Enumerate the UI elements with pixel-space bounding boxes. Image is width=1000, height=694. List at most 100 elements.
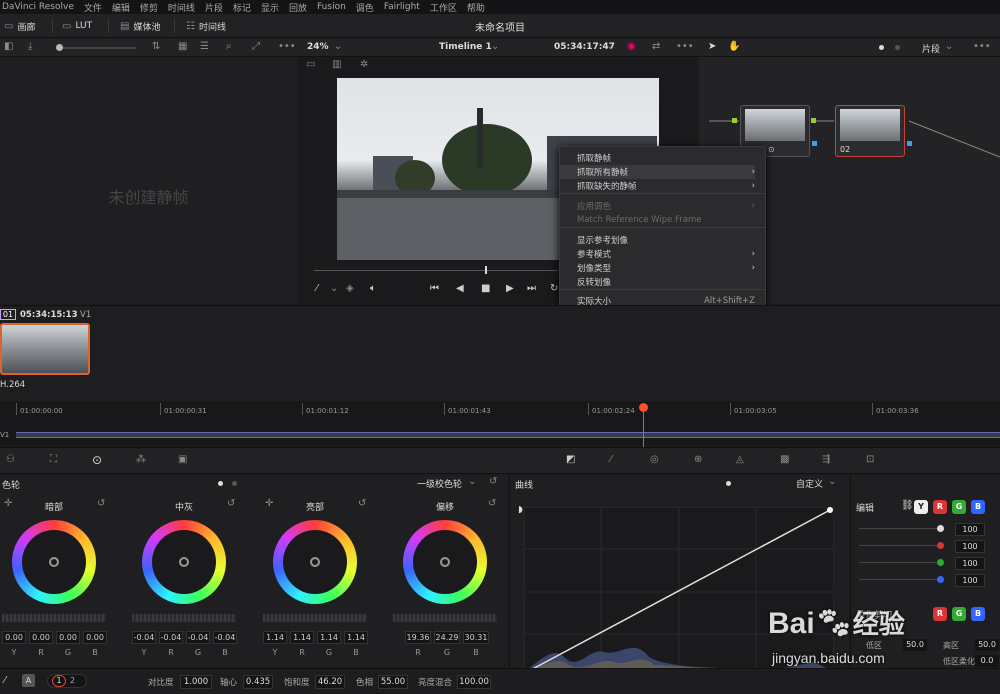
color-picker-icon[interactable]: ◉ [627, 41, 636, 52]
wheel-master-slider[interactable] [132, 614, 236, 622]
clip-thumbnail[interactable] [0, 323, 90, 375]
channel-slider-handle[interactable] [937, 542, 944, 549]
hand-icon[interactable]: ✋ [728, 41, 740, 52]
soft-clip-r-button[interactable]: R [933, 607, 947, 621]
chevron-down-icon[interactable]: ⌄ [334, 41, 342, 52]
tracker-icon[interactable]: ⊕ [694, 454, 702, 465]
menu-item[interactable]: 帮助 [467, 1, 485, 14]
3d-icon[interactable]: ⊡ [866, 454, 874, 465]
color-wheel[interactable] [273, 520, 357, 604]
panel-toggle-icon[interactable]: ◧ [4, 41, 13, 52]
link-icon[interactable]: ⛓︎ [901, 500, 914, 511]
sort-icon[interactable]: ⇅ [152, 41, 160, 52]
wheel-handle[interactable] [49, 557, 59, 567]
import-icon[interactable]: ⤓ [28, 41, 32, 52]
node-alpha-port[interactable] [812, 141, 817, 146]
menu-item[interactable]: Fairlight [384, 2, 420, 12]
chevron-down-icon[interactable]: ⌄ [491, 41, 499, 52]
layers-icon[interactable]: ◈ [346, 283, 354, 294]
wheel-value[interactable]: 1.14 [263, 631, 287, 644]
reset-icon[interactable]: ↺ [488, 498, 496, 509]
wheel-value[interactable]: 1.14 [290, 631, 314, 644]
go-to-end-icon[interactable]: ⏭︎ [527, 283, 536, 294]
wheel-mode-selector[interactable]: 一级校色轮 [417, 477, 462, 490]
soft-clip-b-button[interactable]: B [971, 607, 985, 621]
chevron-down-icon[interactable]: ⌄ [945, 41, 953, 52]
wheel-value[interactable]: 0.00 [56, 631, 80, 644]
picker-icon[interactable]: ✛ [4, 498, 12, 509]
chevron-down-icon[interactable]: ⌄ [330, 283, 338, 294]
blur-icon[interactable]: ◬ [736, 454, 744, 465]
wand-icon[interactable]: ⁄ [316, 283, 318, 294]
wheel-master-slider[interactable] [2, 614, 106, 622]
low-soft-value[interactable]: 0.0 [975, 655, 999, 667]
wheel-value[interactable]: 24.29 [434, 631, 460, 644]
wheel-master-slider[interactable] [393, 614, 497, 622]
menu-item[interactable]: Fusion [317, 2, 346, 12]
hue-value[interactable]: 55.00 [378, 675, 408, 689]
channel-slider-handle[interactable] [937, 576, 944, 583]
page-1-button[interactable]: 1 [52, 675, 66, 687]
context-menu-item[interactable]: 显示参考划像 [577, 233, 755, 247]
channel-value[interactable]: 100 [955, 523, 985, 536]
curves-preset[interactable]: 自定义 [796, 477, 823, 490]
zoom-slider[interactable] [56, 44, 136, 51]
picker-icon[interactable]: ✛ [265, 498, 273, 509]
page-dot[interactable] [232, 481, 237, 486]
go-to-start-icon[interactable]: ⏮︎ [430, 283, 439, 294]
timeline-selector[interactable]: Timeline 1 [439, 42, 492, 52]
single-view-icon[interactable]: ▭ [306, 59, 315, 70]
play-icon[interactable]: ▶︎ [506, 283, 514, 294]
node-reset-icon[interactable]: ⊙ [768, 145, 775, 154]
context-menu-item[interactable]: 参考模式 › [577, 247, 755, 261]
channel-slider-handle[interactable] [937, 525, 944, 532]
channel-b-button[interactable]: B [971, 500, 985, 514]
wheel-value[interactable]: 1.14 [317, 631, 341, 644]
wheel-value[interactable]: 0.00 [29, 631, 53, 644]
more-options-icon[interactable]: ••• [973, 41, 991, 52]
auto-icon[interactable]: A [22, 674, 35, 687]
reset-icon[interactable]: ↺ [358, 498, 366, 509]
channel-g-button[interactable]: G [952, 500, 966, 514]
node-output-port[interactable] [811, 118, 816, 123]
menu-item[interactable]: 修剪 [140, 1, 158, 14]
channel-slider[interactable] [859, 528, 939, 529]
pointer-icon[interactable]: ➤ [708, 41, 716, 52]
viewer-zoom[interactable]: 24% [307, 42, 329, 52]
menu-item[interactable]: 回放 [289, 1, 307, 14]
fullscreen-icon[interactable]: ⤢ [252, 41, 260, 52]
chevron-down-icon[interactable]: ⌄ [828, 476, 836, 487]
menu-item[interactable]: 编辑 [112, 1, 130, 14]
menu-item[interactable]: 文件 [84, 1, 102, 14]
channel-slider[interactable] [859, 562, 939, 563]
page-dot[interactable] [895, 45, 900, 50]
scrubber-playhead[interactable] [485, 266, 487, 274]
wheel-value[interactable]: 0.00 [83, 631, 107, 644]
context-menu-item[interactable]: 抓取所有静帧 › [560, 165, 755, 179]
curve-anchor-icon[interactable]: ◗ [518, 505, 523, 515]
zoom-slider-handle[interactable] [56, 44, 63, 51]
stop-icon[interactable]: ■ [481, 283, 490, 294]
menu-item[interactable]: 时间线 [168, 1, 195, 14]
wheel-value[interactable]: -0.04 [186, 631, 210, 644]
color-wheels-icon[interactable]: ⊙ [92, 453, 102, 467]
swap-icon[interactable]: ⇄ [652, 41, 660, 52]
effects-icon[interactable]: ✲ [360, 59, 368, 70]
curves-icon[interactable]: ◩ [566, 454, 575, 465]
scrubber-track[interactable] [314, 270, 564, 271]
page-dot[interactable] [218, 481, 223, 486]
channel-value[interactable]: 100 [955, 557, 985, 570]
loop-icon[interactable]: ↻ [550, 283, 558, 294]
motion-effects-icon[interactable]: ▣ [178, 454, 187, 465]
high-value[interactable]: 50.0 [975, 639, 999, 651]
reset-icon[interactable]: ↺ [97, 498, 105, 509]
node-alpha-port[interactable] [907, 141, 912, 146]
context-menu-item[interactable]: 反转划像 [577, 275, 755, 289]
soft-clip-g-button[interactable]: G [952, 607, 966, 621]
wheel-value[interactable]: 1.14 [344, 631, 368, 644]
grid-view-icon[interactable]: ▦ [178, 41, 187, 52]
lum-mix-value[interactable]: 100.00 [457, 675, 491, 689]
page-dot[interactable] [726, 481, 731, 486]
context-menu-item[interactable]: 抓取缺失的静帧 › [577, 179, 755, 193]
pivot-value[interactable]: 0.435 [243, 675, 273, 689]
